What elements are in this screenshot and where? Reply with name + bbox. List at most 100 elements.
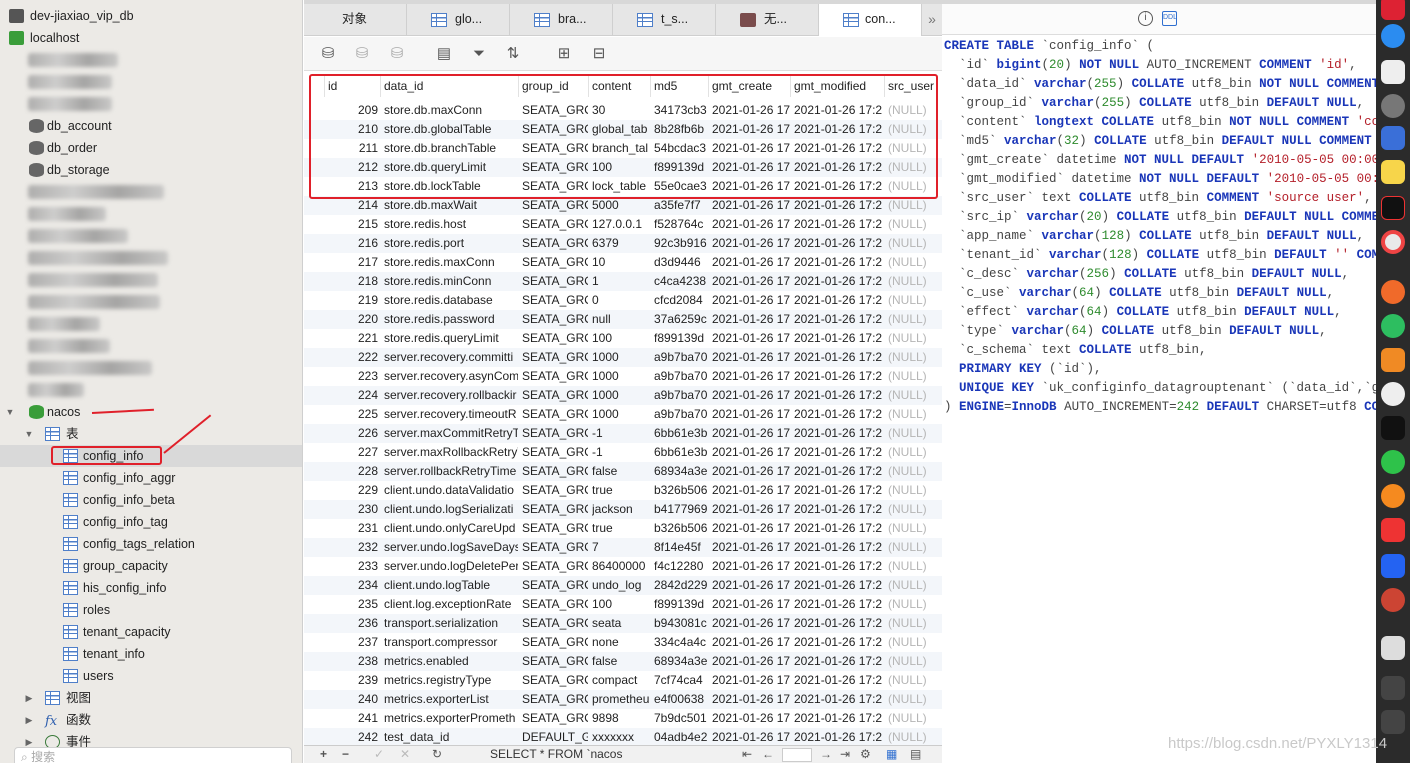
table-row[interactable]: 226 server.maxCommitRetryT SEATA_GRO -1 6bb6… (304, 424, 942, 443)
cell-md5[interactable]: f4c12280 (654, 557, 708, 576)
cell-id[interactable]: 232 (324, 538, 378, 557)
cell-id[interactable]: 223 (324, 367, 378, 386)
chevron-down-icon[interactable]: ▼ (24, 423, 34, 445)
cell-id[interactable]: 228 (324, 462, 378, 481)
sidebar-table[interactable]: config_info_aggr (0, 467, 302, 489)
cell-data-id[interactable]: metrics.enabled (384, 652, 518, 671)
cell-content[interactable]: -1 (592, 443, 650, 462)
table-row[interactable]: 240 metrics.exporterList SEATA_GRO promethe… (304, 690, 942, 709)
cell-group-id[interactable]: SEATA_GRO (522, 348, 588, 367)
connection-localhost[interactable]: localhost (0, 27, 302, 49)
text-view-icon[interactable]: ▤ (434, 44, 454, 64)
blurred-db[interactable] (0, 269, 302, 291)
blurred-db[interactable] (0, 379, 302, 401)
table-row[interactable]: 230 client.undo.logSerializati SEATA_GRO ja… (304, 500, 942, 519)
tab-overflow-chevron-icon[interactable]: » (922, 4, 942, 36)
chevron-right-icon[interactable]: ▶ (24, 687, 34, 709)
cell-content[interactable]: 1000 (592, 405, 650, 424)
cell-md5[interactable]: b4177969 (654, 500, 708, 519)
cell-gmt-create[interactable]: 2021-01-26 17 (712, 519, 790, 538)
sidebar-table[interactable]: config_info_tag (0, 511, 302, 533)
cell-gmt-modified[interactable]: 2021-01-26 17:2 (794, 253, 884, 272)
page-input[interactable] (782, 748, 812, 762)
cell-src-user[interactable]: (NULL) (888, 595, 942, 614)
cell-content[interactable]: 1000 (592, 367, 650, 386)
cell-data-id[interactable]: transport.serialization (384, 614, 518, 633)
table-row[interactable]: 227 server.maxRollbackRetryT SEATA_GRO -1 6b… (304, 443, 942, 462)
cell-content[interactable]: true (592, 519, 650, 538)
cell-gmt-create[interactable]: 2021-01-26 17 (712, 557, 790, 576)
cell-src-user[interactable]: (NULL) (888, 310, 942, 329)
table-row[interactable]: 215 store.redis.host SEATA_GRO 127.0.0.1 f52… (304, 215, 942, 234)
cell-src-user[interactable]: (NULL) (888, 576, 942, 595)
cell-data-id[interactable]: server.recovery.committi (384, 348, 518, 367)
testflight-icon[interactable] (1381, 382, 1405, 406)
sort-icon[interactable]: ⇅ (503, 44, 523, 64)
postman-icon[interactable] (1381, 280, 1405, 304)
sidebar-table[interactable]: roles (0, 599, 302, 621)
cell-group-id[interactable]: SEATA_GRO (522, 538, 588, 557)
cell-content[interactable]: prometheu (592, 690, 650, 709)
cell-gmt-create[interactable]: 2021-01-26 17 (712, 386, 790, 405)
cell-id[interactable]: 215 (324, 215, 378, 234)
table-row[interactable]: 229 client.undo.dataValidatio SEATA_GRO tru… (304, 481, 942, 500)
cell-data-id[interactable]: server.recovery.asynCom (384, 367, 518, 386)
cell-data-id[interactable]: test_data_id (384, 728, 518, 745)
discard-button[interactable]: ✕ (400, 746, 410, 763)
cell-gmt-create[interactable]: 2021-01-26 17 (712, 633, 790, 652)
apply-button[interactable]: ✓ (374, 746, 384, 763)
refresh-icon[interactable]: ↻ (432, 746, 442, 763)
cell-id[interactable]: 234 (324, 576, 378, 595)
sidebar-table[interactable]: group_capacity (0, 555, 302, 577)
cell-gmt-create[interactable]: 2021-01-26 17 (712, 424, 790, 443)
rollback-icon[interactable]: ⛁ (387, 44, 407, 64)
cell-group-id[interactable]: SEATA_GRO (522, 367, 588, 386)
cell-gmt-modified[interactable]: 2021-01-26 17:2 (794, 481, 884, 500)
table-row[interactable]: 216 store.redis.port SEATA_GRO 6379 92c3b916… (304, 234, 942, 253)
cell-src-user[interactable]: (NULL) (888, 272, 942, 291)
cell-gmt-modified[interactable]: 2021-01-26 17:2 (794, 443, 884, 462)
cell-md5[interactable]: f899139d (654, 329, 708, 348)
table-row[interactable]: 241 metrics.exporterPrometh SEATA_GRO 9898 7… (304, 709, 942, 728)
cell-id[interactable]: 241 (324, 709, 378, 728)
table-row[interactable]: 228 server.rollbackRetryTime SEATA_GRO fals… (304, 462, 942, 481)
cell-data-id[interactable]: server.rollbackRetryTime (384, 462, 518, 481)
cell-md5[interactable]: a9b7ba70 (654, 386, 708, 405)
cell-md5[interactable]: a9b7ba70 (654, 405, 708, 424)
sublime-icon[interactable] (1381, 348, 1405, 372)
cell-md5[interactable]: d3d9446 (654, 253, 708, 272)
table-row[interactable]: 235 client.log.exceptionRate SEATA_GRO 100 f… (304, 595, 942, 614)
cell-gmt-modified[interactable]: 2021-01-26 17:2 (794, 462, 884, 481)
photos-icon[interactable] (1381, 588, 1405, 612)
cell-group-id[interactable]: SEATA_GRO (522, 234, 588, 253)
table-row[interactable]: 224 server.recovery.rollbackir SEATA_GRO 10… (304, 386, 942, 405)
safari-icon[interactable] (1381, 24, 1405, 48)
cell-gmt-modified[interactable]: 2021-01-26 17:2 (794, 652, 884, 671)
cell-gmt-modified[interactable]: 2021-01-26 17:2 (794, 215, 884, 234)
table-row[interactable]: 222 server.recovery.committi SEATA_GRO 1000… (304, 348, 942, 367)
cell-md5[interactable]: 04adb4e2 (654, 728, 708, 745)
cell-gmt-create[interactable]: 2021-01-26 17 (712, 614, 790, 633)
info-icon[interactable]: i (1138, 11, 1153, 26)
cell-gmt-modified[interactable]: 2021-01-26 17:2 (794, 557, 884, 576)
cell-md5[interactable]: 68934a3e (654, 462, 708, 481)
cell-content[interactable]: compact (592, 671, 650, 690)
cell-gmt-create[interactable]: 2021-01-26 17 (712, 253, 790, 272)
cell-group-id[interactable]: SEATA_GRO (522, 462, 588, 481)
cell-gmt-create[interactable]: 2021-01-26 17 (712, 291, 790, 310)
blurred-db[interactable] (0, 93, 302, 115)
cell-src-user[interactable]: (NULL) (888, 367, 942, 386)
cell-group-id[interactable]: SEATA_GRO (522, 291, 588, 310)
tab-table[interactable]: glo... (407, 4, 510, 36)
cell-group-id[interactable]: SEATA_GRO (522, 443, 588, 462)
cell-id[interactable]: 218 (324, 272, 378, 291)
cell-id[interactable]: 240 (324, 690, 378, 709)
cell-md5[interactable]: 92c3b916 (654, 234, 708, 253)
cell-gmt-create[interactable]: 2021-01-26 17 (712, 709, 790, 728)
cell-gmt-create[interactable]: 2021-01-26 17 (712, 215, 790, 234)
cell-content[interactable]: seata (592, 614, 650, 633)
sidebar-group-functions[interactable]: ▶ fx 函数 (0, 709, 302, 731)
cell-gmt-modified[interactable]: 2021-01-26 17:2 (794, 500, 884, 519)
cell-group-id[interactable]: SEATA_GRO (522, 671, 588, 690)
cell-group-id[interactable]: SEATA_GRO (522, 595, 588, 614)
